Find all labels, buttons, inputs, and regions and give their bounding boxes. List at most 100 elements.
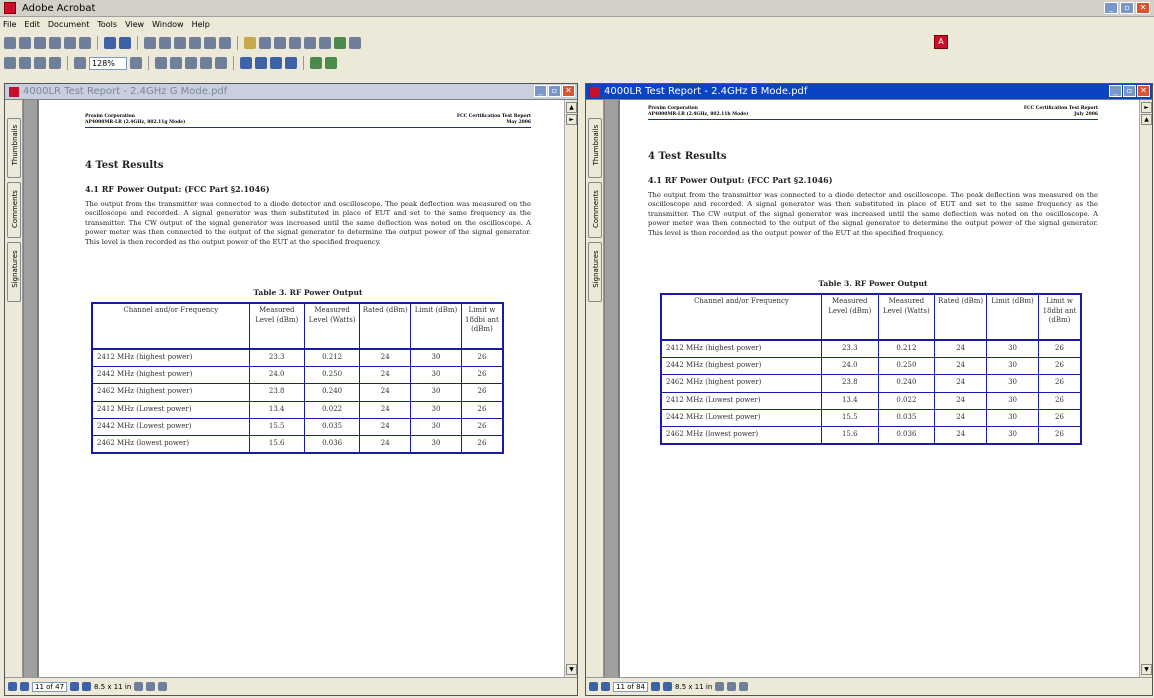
previous-view-icon[interactable]: [310, 57, 322, 69]
page-down-arrow[interactable]: ►: [566, 114, 577, 125]
last-page-icon[interactable]: [663, 682, 673, 691]
single-page-layout-icon[interactable]: [715, 682, 725, 691]
snapshot-icon[interactable]: [49, 57, 61, 69]
menu-tools[interactable]: Tools: [97, 20, 117, 29]
minimize-button[interactable]: _: [534, 85, 547, 97]
tab-signatures[interactable]: Signatures: [7, 242, 21, 302]
sign-icon[interactable]: [174, 37, 186, 49]
ellipse-icon[interactable]: [289, 37, 301, 49]
search-icon[interactable]: [79, 37, 91, 49]
zoom-tool-icon[interactable]: [19, 57, 31, 69]
next-page-icon[interactable]: [70, 682, 80, 691]
menu-edit[interactable]: Edit: [24, 20, 40, 29]
tab-comments[interactable]: Comments: [588, 182, 602, 238]
email-icon[interactable]: [64, 37, 76, 49]
restore-button[interactable]: ▫: [1123, 85, 1136, 97]
previous-page-icon[interactable]: [20, 682, 29, 691]
facing-layout-icon[interactable]: [158, 682, 168, 691]
minimize-button[interactable]: _: [1109, 85, 1122, 97]
header-rule: [648, 119, 1098, 120]
close-button[interactable]: ✕: [1136, 2, 1150, 14]
acrobat-logo-icon[interactable]: A: [934, 35, 948, 49]
continuous-layout-icon[interactable]: [146, 682, 156, 691]
scroll-up-arrow[interactable]: ▲: [1141, 114, 1152, 125]
table-cell: 24.0: [248, 365, 305, 385]
tab-comments[interactable]: Comments: [7, 182, 21, 238]
toolbar-separator: [97, 36, 98, 50]
table-header-row: Channel and/or Frequency Measured Level (…: [660, 293, 1082, 341]
text-icon[interactable]: [219, 37, 231, 49]
continuous-layout-icon[interactable]: [727, 682, 737, 691]
rotate-icon[interactable]: [200, 57, 212, 69]
next-page-icon[interactable]: [651, 682, 661, 691]
menu-file[interactable]: File: [3, 20, 16, 29]
table-cell: 30: [410, 435, 462, 454]
first-page-icon[interactable]: [8, 682, 17, 691]
menu-window[interactable]: Window: [152, 20, 184, 29]
line-icon[interactable]: [304, 37, 316, 49]
rectangle-icon[interactable]: [274, 37, 286, 49]
next-view-icon[interactable]: [325, 57, 337, 69]
close-button[interactable]: ✕: [1137, 85, 1150, 97]
pencil-icon[interactable]: [259, 37, 271, 49]
find-icon[interactable]: [104, 37, 116, 49]
scroll-down-arrow[interactable]: ▼: [1141, 664, 1152, 675]
tab-thumbnails[interactable]: Thumbnails: [588, 118, 602, 178]
restore-button[interactable]: ▫: [548, 85, 561, 97]
forms-icon[interactable]: [204, 37, 216, 49]
select-text-icon[interactable]: [34, 57, 46, 69]
zoom-in-icon[interactable]: [130, 57, 142, 69]
page-number-field[interactable]: 11 of 47: [32, 681, 68, 692]
menu-help[interactable]: Help: [192, 20, 210, 29]
fit-width-icon[interactable]: [185, 57, 197, 69]
search-docs-icon[interactable]: [119, 37, 131, 49]
scroll-up-arrow[interactable]: ▲: [566, 102, 577, 113]
document-window-right: 4000LR Test Report - 2.4GHz B Mode.pdf _…: [585, 83, 1153, 696]
actual-size-icon[interactable]: [155, 57, 167, 69]
hand-tool-icon[interactable]: [4, 57, 16, 69]
last-page-icon[interactable]: [285, 57, 297, 69]
review-icon[interactable]: [189, 37, 201, 49]
document-title-bar[interactable]: 4000LR Test Report - 2.4GHz G Mode.pdf _…: [5, 84, 577, 99]
save-icon[interactable]: [34, 37, 46, 49]
highlight-icon[interactable]: [319, 37, 331, 49]
attach-icon[interactable]: [349, 37, 361, 49]
menu-document[interactable]: Document: [48, 20, 89, 29]
page-up-arrow[interactable]: ►: [1141, 102, 1152, 113]
open-icon[interactable]: [4, 37, 16, 49]
zoom-out-icon[interactable]: [74, 57, 86, 69]
fit-page-icon[interactable]: [170, 57, 182, 69]
last-page-icon[interactable]: [82, 682, 92, 691]
stamp-icon[interactable]: [334, 37, 346, 49]
document-title-bar[interactable]: 4000LR Test Report - 2.4GHz B Mode.pdf _…: [586, 84, 1152, 99]
facing-layout-icon[interactable]: [739, 682, 749, 691]
tab-thumbnails[interactable]: Thumbnails: [7, 118, 21, 178]
table-column-header: Measured Level (dBm): [820, 293, 879, 341]
next-page-icon[interactable]: [270, 57, 282, 69]
page-number-field[interactable]: 11 of 84: [613, 681, 649, 692]
bookmark-icon[interactable]: [159, 37, 171, 49]
scroll-down-arrow[interactable]: ▼: [566, 664, 577, 675]
table-cell: 2442 MHz (Lowest power): [91, 418, 250, 437]
minimize-button[interactable]: _: [1104, 2, 1118, 14]
vertical-scrollbar[interactable]: ► ▲ ▼: [1139, 100, 1152, 677]
first-page-icon[interactable]: [240, 57, 252, 69]
pdf-file-icon: [9, 86, 19, 97]
vertical-scrollbar[interactable]: ▲ ► ▼: [564, 100, 577, 677]
note-icon[interactable]: [244, 37, 256, 49]
previous-page-icon[interactable]: [601, 682, 610, 691]
toolbar-separator: [137, 36, 138, 50]
menu-view[interactable]: View: [125, 20, 144, 29]
zoom-level-field[interactable]: 128%: [89, 56, 127, 70]
single-page-layout-icon[interactable]: [134, 682, 144, 691]
table-cell: 26: [460, 418, 504, 437]
previous-page-icon[interactable]: [255, 57, 267, 69]
print-icon[interactable]: [49, 37, 61, 49]
restore-button[interactable]: ▫: [1120, 2, 1134, 14]
tab-signatures[interactable]: Signatures: [588, 242, 602, 302]
create-pdf-icon[interactable]: [19, 37, 31, 49]
pages-icon[interactable]: [144, 37, 156, 49]
first-page-icon[interactable]: [589, 682, 598, 691]
single-page-icon[interactable]: [215, 57, 227, 69]
close-button[interactable]: ✕: [562, 85, 575, 97]
